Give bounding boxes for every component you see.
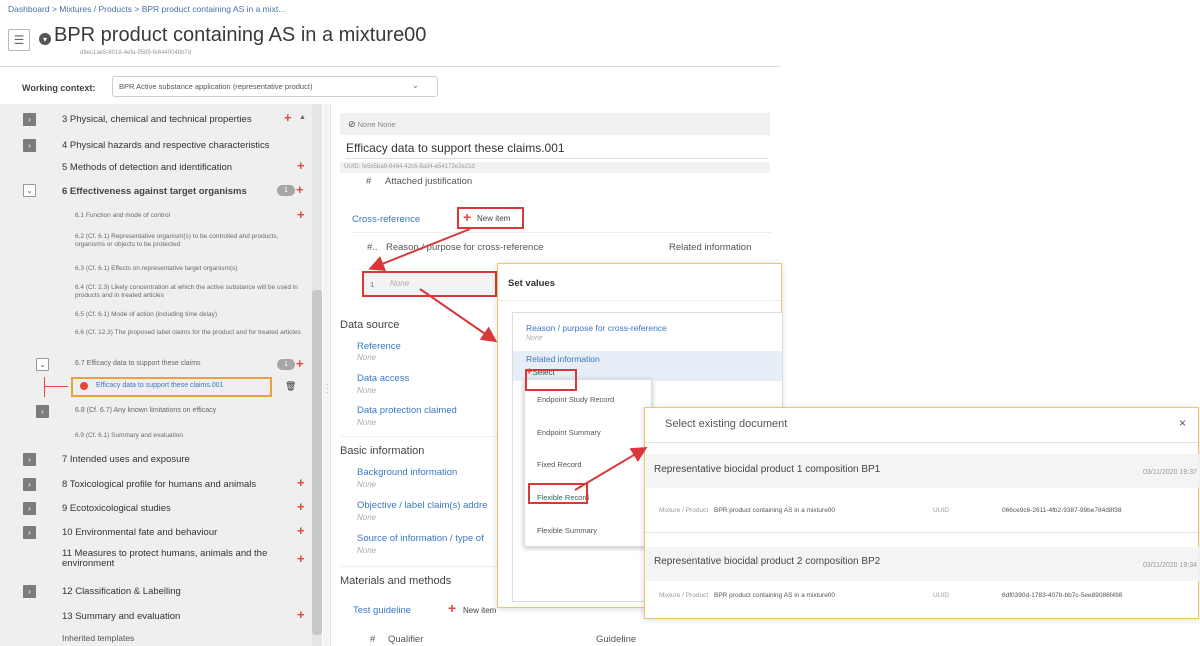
annotation-arrow (368, 228, 471, 271)
annotation-arrow (419, 288, 498, 343)
annotation-arrows (368, 228, 648, 491)
annotation-arrow (574, 446, 648, 491)
